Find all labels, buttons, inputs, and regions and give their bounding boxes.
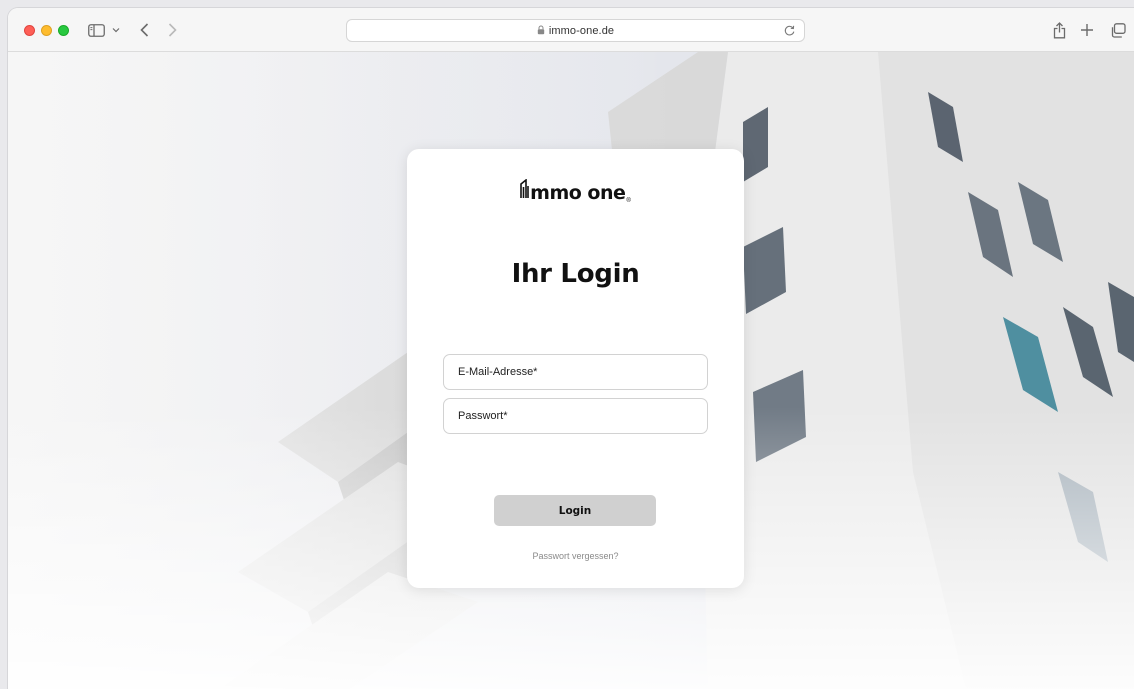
chevron-left-icon[interactable] [136, 21, 152, 39]
chevron-right-icon[interactable] [164, 21, 180, 39]
registered-mark: ® [626, 198, 631, 204]
chevron-down-icon[interactable] [110, 21, 122, 39]
browser-window: immo-one.de mmo one ® Ihr Login E-Mail-A… [8, 8, 1134, 689]
close-window-button[interactable] [24, 25, 35, 36]
page-title: Ihr Login [511, 259, 640, 289]
page-content: mmo one ® Ihr Login Login Passwort verge… [8, 52, 1134, 689]
url-text: immo-one.de [548, 24, 615, 37]
share-icon[interactable] [1051, 21, 1067, 39]
forgot-password-link[interactable]: Passwort vergessen? [407, 551, 744, 561]
minimize-window-button[interactable] [41, 25, 52, 36]
building-logo-icon [520, 178, 529, 204]
email-field[interactable] [443, 354, 708, 390]
login-card: mmo one ® Ihr Login Login Passwort verge… [407, 149, 744, 588]
plus-icon[interactable] [1079, 21, 1095, 39]
address-bar[interactable]: immo-one.de [346, 19, 805, 42]
lock-icon [537, 22, 545, 40]
immo-one-logo: mmo one ® [407, 178, 744, 204]
login-button[interactable]: Login [494, 495, 656, 526]
password-field[interactable] [443, 398, 708, 434]
browser-toolbar: immo-one.de [8, 8, 1134, 52]
logo-wordmark: mmo one [530, 182, 626, 204]
reload-icon[interactable] [783, 24, 796, 42]
sidebar-icon[interactable] [86, 21, 106, 39]
zoom-window-button[interactable] [58, 25, 69, 36]
tabs-overview-icon[interactable] [1109, 21, 1127, 39]
